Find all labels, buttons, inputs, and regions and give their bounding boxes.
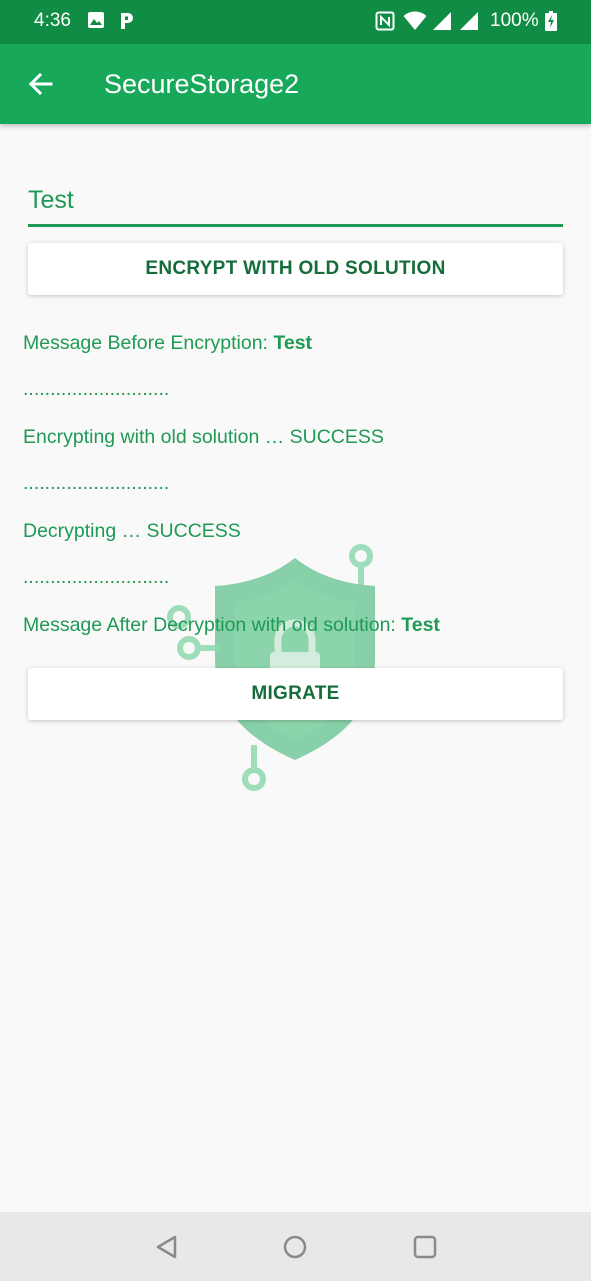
encrypt-old-solution-button[interactable]: ENCRYPT WITH OLD SOLUTION <box>28 243 563 295</box>
migrate-button[interactable]: MIGRATE <box>28 668 563 720</box>
signal-icon-2 <box>460 12 478 30</box>
arrow-left-icon[interactable] <box>22 66 58 102</box>
message-input[interactable] <box>28 180 563 220</box>
separator-1: ........................... <box>23 378 170 400</box>
decrypting-status: Decrypting … SUCCESS <box>23 520 241 542</box>
signal-icon <box>433 12 451 30</box>
status-bar: 4:36 100% <box>0 0 591 44</box>
message-input-wrapper <box>28 180 563 227</box>
app-title: SecureStorage2 <box>104 69 300 99</box>
triangle-back-icon[interactable] <box>154 1234 180 1260</box>
battery-percent: 100% <box>490 10 539 31</box>
after-label: Message After Decryption with old soluti… <box>23 614 402 636</box>
image-icon <box>88 12 104 28</box>
p-app-icon <box>121 13 133 29</box>
app-bar: SecureStorage2 <box>0 44 591 124</box>
wifi-icon <box>403 11 427 30</box>
nfc-icon <box>375 11 395 31</box>
before-value: Test <box>273 332 313 354</box>
before-label: Message Before Encryption: <box>23 332 274 354</box>
circle-home-icon[interactable] <box>282 1234 308 1260</box>
message-before-encryption: Message Before Encryption: Test <box>23 332 312 355</box>
navigation-bar <box>0 1212 591 1281</box>
battery-charging-icon <box>545 11 557 31</box>
message-after-decryption: Message After Decryption with old soluti… <box>23 614 440 637</box>
separator-2: ........................... <box>23 472 170 494</box>
after-value: Test <box>401 614 440 636</box>
status-time: 4:36 <box>34 10 71 31</box>
encrypting-status: Encrypting with old solution … SUCCESS <box>23 426 384 448</box>
square-recents-icon[interactable] <box>412 1234 438 1260</box>
separator-3: ........................... <box>23 566 170 588</box>
encrypt-button-label: ENCRYPT WITH OLD SOLUTION <box>145 258 446 279</box>
migrate-button-label: MIGRATE <box>251 683 340 704</box>
